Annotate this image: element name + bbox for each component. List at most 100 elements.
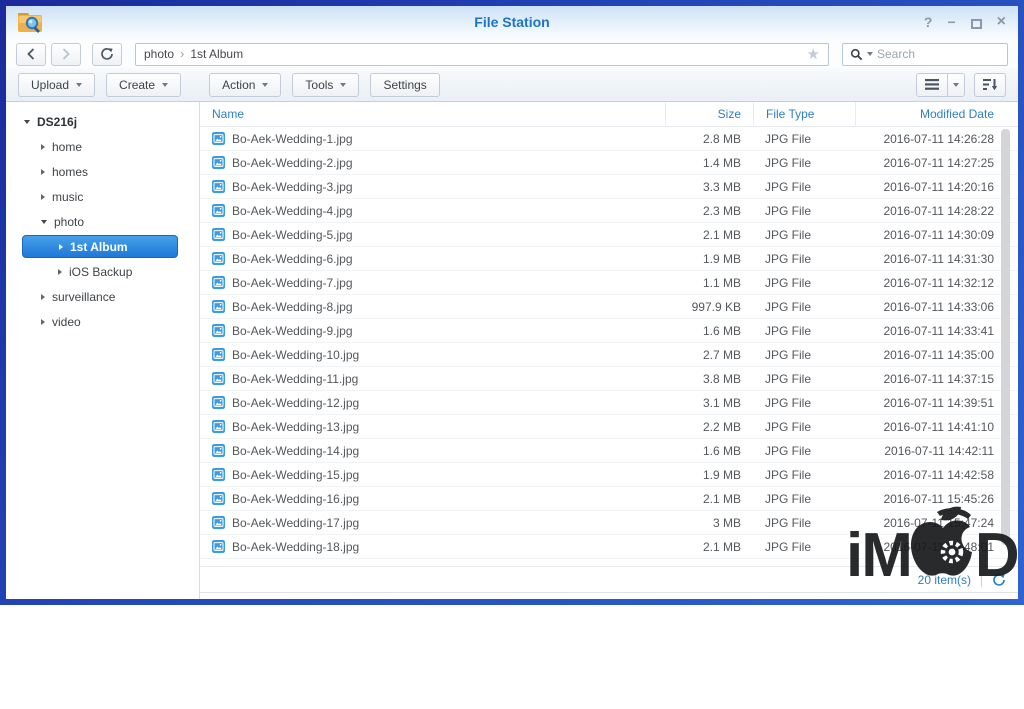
sidebar-item-surveillance[interactable]: surveillance [6,284,199,309]
file-type: JPG File [753,415,855,438]
table-row[interactable]: Bo-Aek-Wedding-2.jpg1.4 MBJPG File2016-0… [200,151,1018,175]
favorite-star-icon[interactable]: ★ [807,45,820,63]
file-size: 2.8 MB [665,127,753,150]
toolbar-button-upload[interactable]: Upload [18,73,95,97]
table-row[interactable]: Bo-Aek-Wedding-4.jpg2.3 MBJPG File2016-0… [200,199,1018,223]
file-size: 2.1 MB [665,487,753,510]
chevron-down-icon [953,83,959,87]
column-header-name[interactable]: Name [200,102,665,126]
table-row[interactable]: Bo-Aek-Wedding-18.jpg2.1 MBJPG File2016-… [200,535,1018,559]
jpg-file-icon [212,348,225,361]
tree-expanded-arrow-icon[interactable] [41,220,47,224]
breadcrumb[interactable]: photo › 1st Album ★ [135,43,829,66]
table-row[interactable]: Bo-Aek-Wedding-11.jpg3.8 MBJPG File2016-… [200,367,1018,391]
file-type: JPG File [753,343,855,366]
search-input[interactable] [877,47,977,61]
jpg-file-icon [212,228,225,241]
table-row[interactable]: Bo-Aek-Wedding-3.jpg3.3 MBJPG File2016-0… [200,175,1018,199]
tree-collapsed-arrow-icon[interactable] [41,294,45,300]
table-row[interactable]: Bo-Aek-Wedding-8.jpg997.9 KBJPG File2016… [200,295,1018,319]
divider [981,573,982,587]
sidebar-item-ios-backup[interactable]: iOS Backup [6,259,199,284]
title-bar[interactable]: File Station ? − × [6,6,1018,40]
jpg-file-icon [212,444,225,457]
column-header-modified-date[interactable]: Modified Date [855,102,1000,126]
toolbar-button-settings[interactable]: Settings [370,73,439,97]
file-size: 2.1 MB [665,223,753,246]
sidebar-item-video[interactable]: video [6,309,199,334]
file-name: Bo-Aek-Wedding-5.jpg [232,228,353,242]
tree-collapsed-arrow-icon[interactable] [41,169,45,175]
file-type: JPG File [753,175,855,198]
toolbar-button-tools[interactable]: Tools [292,73,359,97]
folder-tree-sidebar: DS216jhomehomesmusicphoto1st AlbumiOS Ba… [6,102,200,599]
vertical-scrollbar[interactable] [1001,129,1010,545]
refresh-button[interactable] [92,43,122,66]
table-row[interactable]: Bo-Aek-Wedding-15.jpg1.9 MBJPG File2016-… [200,463,1018,487]
toolbar-button-action[interactable]: Action [209,73,281,97]
table-row[interactable]: Bo-Aek-Wedding-17.jpg3 MBJPG File2016-07… [200,511,1018,535]
file-name: Bo-Aek-Wedding-6.jpg [232,252,353,266]
table-row[interactable]: Bo-Aek-Wedding-6.jpg1.9 MBJPG File2016-0… [200,247,1018,271]
tree-collapsed-arrow-icon[interactable] [41,144,45,150]
file-type: JPG File [753,463,855,486]
refresh-list-icon[interactable] [992,573,1006,587]
file-type: JPG File [753,535,855,558]
sidebar-item-music[interactable]: music [6,184,199,209]
table-row[interactable]: Bo-Aek-Wedding-9.jpg1.6 MBJPG File2016-0… [200,319,1018,343]
help-icon[interactable]: ? [924,12,933,32]
sidebar-item-homes[interactable]: homes [6,159,199,184]
tree-collapsed-arrow-icon[interactable] [41,319,45,325]
search-options-caret-icon[interactable] [867,52,873,56]
toolbar-button-create[interactable]: Create [106,73,181,97]
sidebar-item-photo[interactable]: photo [6,209,199,234]
tree-collapsed-arrow-icon[interactable] [59,244,63,250]
jpg-file-icon [212,540,225,553]
table-row[interactable]: Bo-Aek-Wedding-13.jpg2.2 MBJPG File2016-… [200,415,1018,439]
search-box[interactable] [842,43,1008,66]
list-view-button[interactable] [916,73,948,97]
breadcrumb-separator-icon: › [180,46,184,61]
column-header-size[interactable]: Size [665,102,753,126]
file-size: 3.1 MB [665,391,753,414]
file-modified-date: 2016-07-11 14:33:06 [855,295,1000,318]
file-size: 2.7 MB [665,343,753,366]
jpg-file-icon [212,372,225,385]
tree-collapsed-arrow-icon[interactable] [58,269,62,275]
sidebar-item-home[interactable]: home [6,134,199,159]
breadcrumb-current[interactable]: 1st Album [190,47,243,61]
column-header-file-type[interactable]: File Type [753,102,855,126]
table-row[interactable]: Bo-Aek-Wedding-10.jpg2.7 MBJPG File2016-… [200,343,1018,367]
view-mode-caret-button[interactable] [948,73,965,97]
table-row[interactable]: Bo-Aek-Wedding-12.jpg3.1 MBJPG File2016-… [200,391,1018,415]
table-row[interactable]: Bo-Aek-Wedding-1.jpg2.8 MBJPG File2016-0… [200,127,1018,151]
chevron-down-icon [340,83,346,87]
file-size: 1.9 MB [665,463,753,486]
file-modified-date: 2016-07-11 14:42:58 [855,463,1000,486]
forward-button[interactable] [51,43,81,66]
file-type: JPG File [753,487,855,510]
tree-expanded-arrow-icon[interactable] [24,120,30,124]
close-icon[interactable]: × [997,12,1006,32]
breadcrumb-folder[interactable]: photo [144,47,174,61]
maximize-icon[interactable] [971,19,982,29]
jpg-file-icon [212,516,225,529]
table-row[interactable]: Bo-Aek-Wedding-5.jpg2.1 MBJPG File2016-0… [200,223,1018,247]
jpg-file-icon [212,420,225,433]
minimize-icon[interactable]: − [947,12,955,32]
tree-collapsed-arrow-icon[interactable] [41,194,45,200]
sidebar-item-ds216j[interactable]: DS216j [6,109,199,134]
file-size: 2.1 MB [665,535,753,558]
table-row[interactable]: Bo-Aek-Wedding-16.jpg2.1 MBJPG File2016-… [200,487,1018,511]
file-name: Bo-Aek-Wedding-11.jpg [232,372,358,386]
table-row[interactable]: Bo-Aek-Wedding-7.jpg1.1 MBJPG File2016-0… [200,271,1018,295]
table-row[interactable]: Bo-Aek-Wedding-14.jpg1.6 MBJPG File2016-… [200,439,1018,463]
table-header: Name Size File Type Modified Date [200,102,1018,127]
sort-button[interactable] [974,73,1006,97]
file-modified-date: 2016-07-11 14:39:51 [855,391,1000,414]
jpg-file-icon [212,492,225,505]
file-name: Bo-Aek-Wedding-12.jpg [232,396,359,410]
sidebar-item-1st-album[interactable]: 1st Album [22,235,178,258]
file-type: JPG File [753,127,855,150]
back-button[interactable] [16,43,46,66]
